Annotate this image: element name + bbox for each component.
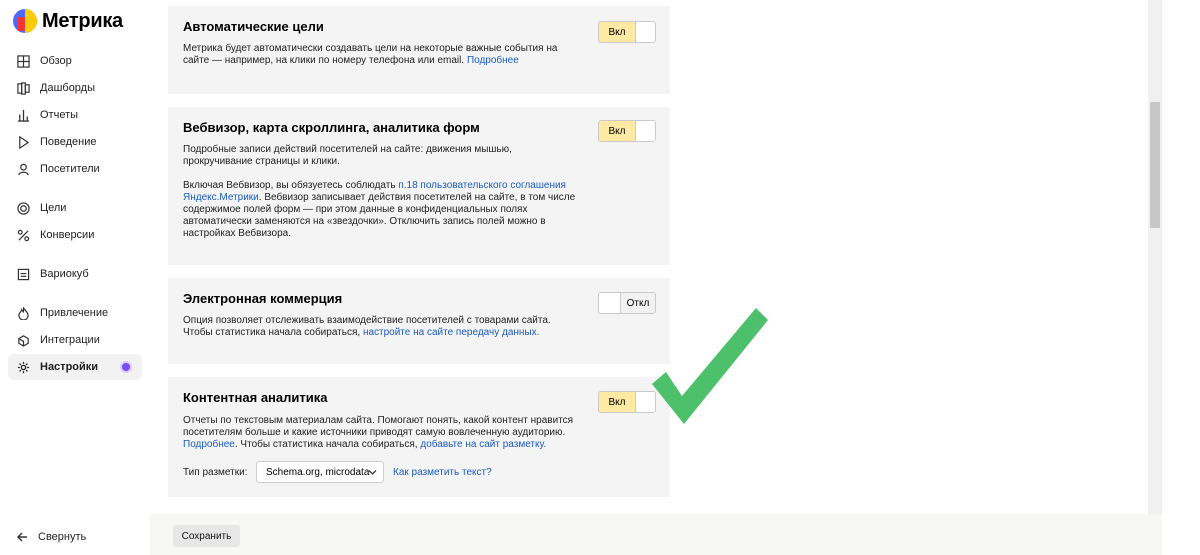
sidebar-item-dashboards[interactable]: Дашборды xyxy=(8,75,142,101)
notification-dot xyxy=(122,363,130,371)
percent-icon xyxy=(16,228,30,242)
scrollbar[interactable] xyxy=(1148,0,1162,555)
webvisor-card: Вебвизор, карта скроллинга, аналитика фо… xyxy=(168,107,670,265)
content-analytics-card: Контентная аналитика Отчеты по текстовым… xyxy=(168,377,670,497)
save-button[interactable]: Сохранить xyxy=(173,525,240,547)
ecommerce-card: Электронная коммерция Опция позволяет от… xyxy=(168,278,670,364)
content-analytics-toggle[interactable]: Вкл xyxy=(598,391,656,413)
integrations-icon xyxy=(16,333,30,347)
toggle-label: Вкл xyxy=(599,392,635,412)
toggle-label: Вкл xyxy=(599,121,635,141)
sidebar-item-label: Конверсии xyxy=(40,229,95,241)
grid-icon xyxy=(16,54,30,68)
footer-bar: Сохранить xyxy=(150,514,1162,555)
card-title: Автоматические цели xyxy=(183,19,324,34)
variocube-icon xyxy=(16,267,30,281)
sidebar-item-behavior[interactable]: Поведение xyxy=(8,129,142,155)
agreement-link-cont[interactable]: Яндекс.Метрики xyxy=(183,192,259,203)
sidebar-item-label: Интеграции xyxy=(40,334,100,346)
play-icon xyxy=(16,135,30,149)
collapse-label: Свернуть xyxy=(38,531,87,543)
toggle-knob xyxy=(599,293,621,313)
card-description: Опция позволяет отслеживать взаимодейств… xyxy=(183,315,551,338)
agreement-link[interactable]: п.18 пользовательского соглашения xyxy=(398,180,566,191)
scrollbar-thumb[interactable] xyxy=(1150,102,1160,228)
sidebar-item-goals[interactable]: Цели xyxy=(8,195,142,221)
sidebar-item-label: Настройки xyxy=(40,361,99,373)
app-title: Метрика xyxy=(42,9,123,32)
sidebar-item-overview[interactable]: Обзор xyxy=(8,48,142,74)
logo[interactable]: Метрика xyxy=(13,9,123,33)
sidebar-item-label: Привлечение xyxy=(40,307,109,319)
toggle-label: Вкл xyxy=(599,22,635,42)
sidebar-item-settings[interactable]: Настройки xyxy=(8,354,142,380)
card-title: Контентная аналитика xyxy=(183,390,328,405)
flame-icon xyxy=(16,306,30,320)
markup-type-select[interactable]: Schema.org, microdata xyxy=(256,461,384,483)
target-icon xyxy=(16,201,30,215)
metrika-logo-icon xyxy=(13,9,37,33)
dashboards-icon xyxy=(16,81,30,95)
toggle-knob xyxy=(635,121,655,141)
card-title: Вебвизор, карта скроллинга, аналитика фо… xyxy=(183,120,480,135)
card-description: Отчеты по текстовым материалам сайта. По… xyxy=(183,415,574,450)
select-value: Schema.org, microdata xyxy=(266,466,370,478)
sidebar-item-integrations[interactable]: Интеграции xyxy=(8,327,142,353)
sidebar: Метрика Обзор Дашборды Отчеты Поведение … xyxy=(0,0,150,555)
toggle-label: Откл xyxy=(621,293,655,313)
sidebar-item-label: Цели xyxy=(40,202,67,214)
sidebar-item-acquisition[interactable]: Привлечение xyxy=(8,300,142,326)
how-to-markup-link[interactable]: Как разметить текст? xyxy=(393,467,492,478)
sidebar-item-label: Поведение xyxy=(40,136,97,148)
sidebar-item-label: Отчеты xyxy=(40,109,79,121)
toggle-knob xyxy=(635,392,655,412)
card-description: Подробные записи действий посетителей на… xyxy=(183,144,512,167)
add-markup-link[interactable]: добавьте на сайт разметку. xyxy=(420,439,546,450)
reports-icon xyxy=(16,108,30,122)
toggle-knob xyxy=(635,22,655,42)
ecommerce-toggle[interactable]: Откл xyxy=(598,292,656,314)
sidebar-item-label: Вариокуб xyxy=(40,268,89,280)
collapse-sidebar-button[interactable]: Свернуть xyxy=(16,531,86,543)
sidebar-item-label: Обзор xyxy=(40,55,72,67)
more-link[interactable]: Подробнее xyxy=(183,439,235,450)
chevron-down-icon xyxy=(368,470,377,475)
sidebar-item-conversions[interactable]: Конверсии xyxy=(8,222,142,248)
card-title: Электронная коммерция xyxy=(183,291,343,306)
arrow-left-icon xyxy=(17,532,27,542)
sidebar-item-label: Дашборды xyxy=(40,82,95,94)
sidebar-item-label: Посетители xyxy=(40,163,100,175)
markup-type-label: Тип разметки: xyxy=(183,467,248,478)
auto-goals-toggle[interactable]: Вкл xyxy=(598,21,656,43)
card-description: Метрика будет автоматически создавать це… xyxy=(183,43,558,66)
sidebar-item-visitors[interactable]: Посетители xyxy=(8,156,142,182)
more-link[interactable]: Подробнее xyxy=(467,55,519,66)
sidebar-item-variocube[interactable]: Вариокуб xyxy=(8,261,142,287)
sidebar-item-reports[interactable]: Отчеты xyxy=(8,102,142,128)
webvisor-toggle[interactable]: Вкл xyxy=(598,120,656,142)
card-agreement-text: Включая Вебвизор, вы обязуетесь соблюдат… xyxy=(183,180,576,239)
setup-data-link[interactable]: настройте на сайте передачу данных. xyxy=(363,327,539,338)
person-icon xyxy=(16,162,30,176)
gear-icon xyxy=(16,360,30,374)
auto-goals-card: Автоматические цели Метрика будет автома… xyxy=(168,6,670,94)
